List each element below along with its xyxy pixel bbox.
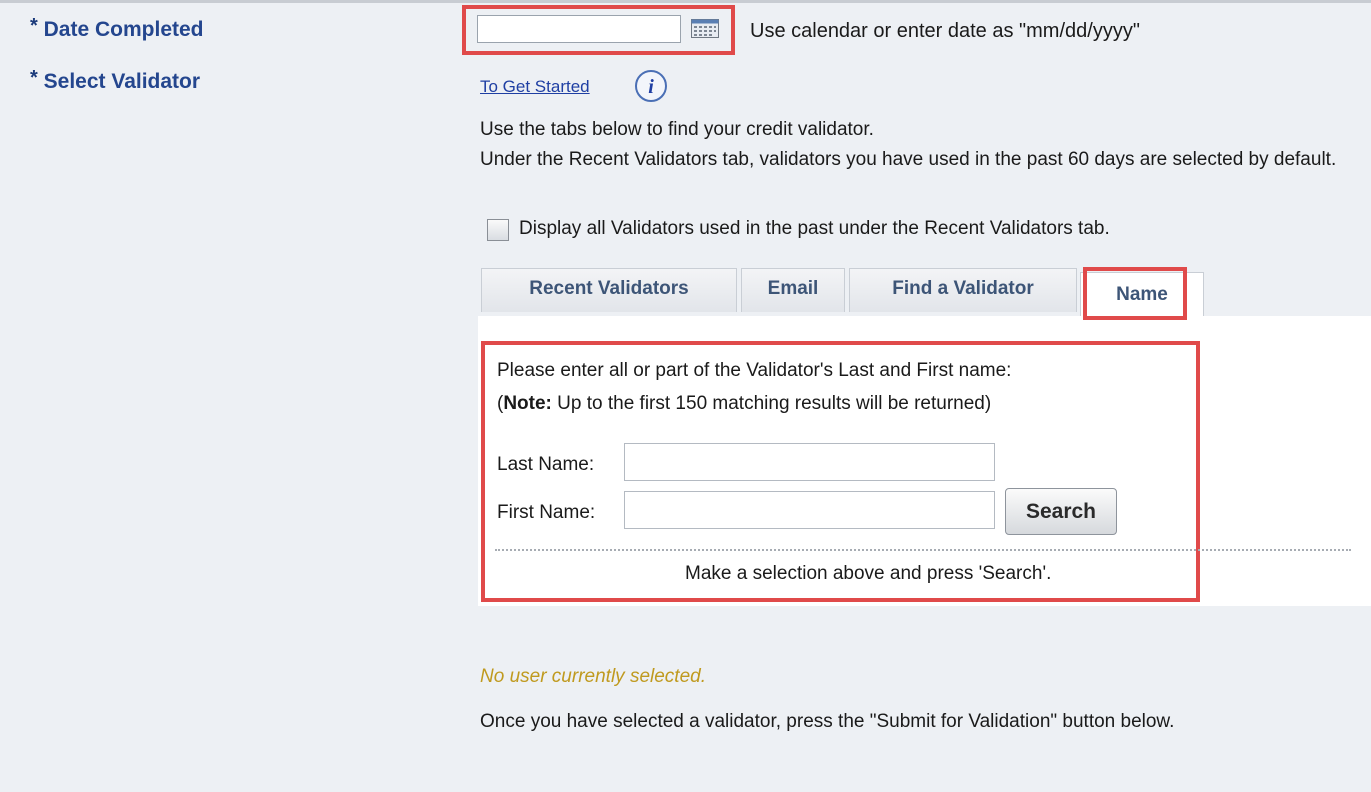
- tab-name[interactable]: Name: [1080, 272, 1204, 316]
- note-line: (Note: Up to the first 150 matching resu…: [497, 387, 1011, 420]
- help-line-1: Use the tabs below to find your credit v…: [480, 119, 874, 140]
- note-text: Up to the first 150 matching results wil…: [551, 393, 992, 414]
- date-completed-input[interactable]: [477, 15, 681, 43]
- required-marker: *: [30, 15, 38, 37]
- instruction-line: Please enter all or part of the Validato…: [497, 360, 1012, 381]
- selection-message: Make a selection above and press 'Search…: [685, 563, 1052, 584]
- display-all-validators-label: Display all Validators used in the past …: [519, 218, 1110, 239]
- search-button[interactable]: Search: [1005, 488, 1117, 535]
- display-all-validators-checkbox[interactable]: [487, 219, 509, 241]
- tab-email[interactable]: Email: [741, 268, 845, 312]
- note-label: Note:: [503, 393, 552, 414]
- date-completed-text: Date Completed: [43, 18, 204, 41]
- first-name-input[interactable]: [624, 491, 995, 529]
- to-get-started-link[interactable]: To Get Started: [480, 77, 590, 97]
- tab-recent-validators[interactable]: Recent Validators: [481, 268, 737, 312]
- name-search-instructions: Please enter all or part of the Validato…: [497, 354, 1011, 420]
- results-divider: [495, 549, 1351, 551]
- svg-text:i: i: [648, 76, 654, 98]
- tab-find-validator[interactable]: Find a Validator: [849, 268, 1077, 312]
- date-format-hint: Use calendar or enter date as "mm/dd/yyy…: [750, 20, 1140, 42]
- info-icon[interactable]: i: [634, 69, 668, 103]
- help-line-2: Under the Recent Validators tab, validat…: [480, 149, 1337, 170]
- last-name-input[interactable]: [624, 443, 995, 481]
- calendar-icon[interactable]: [691, 19, 719, 38]
- select-validator-label: * Select Validator: [30, 67, 201, 94]
- date-completed-label: * Date Completed: [30, 15, 204, 42]
- first-name-label: First Name:: [497, 502, 596, 523]
- top-divider: [0, 0, 1371, 3]
- submit-instructions: Once you have selected a validator, pres…: [480, 711, 1175, 732]
- no-user-status: No user currently selected.: [480, 666, 706, 687]
- required-marker: *: [30, 67, 38, 89]
- select-validator-text: Select Validator: [43, 70, 201, 93]
- last-name-label: Last Name:: [497, 454, 595, 475]
